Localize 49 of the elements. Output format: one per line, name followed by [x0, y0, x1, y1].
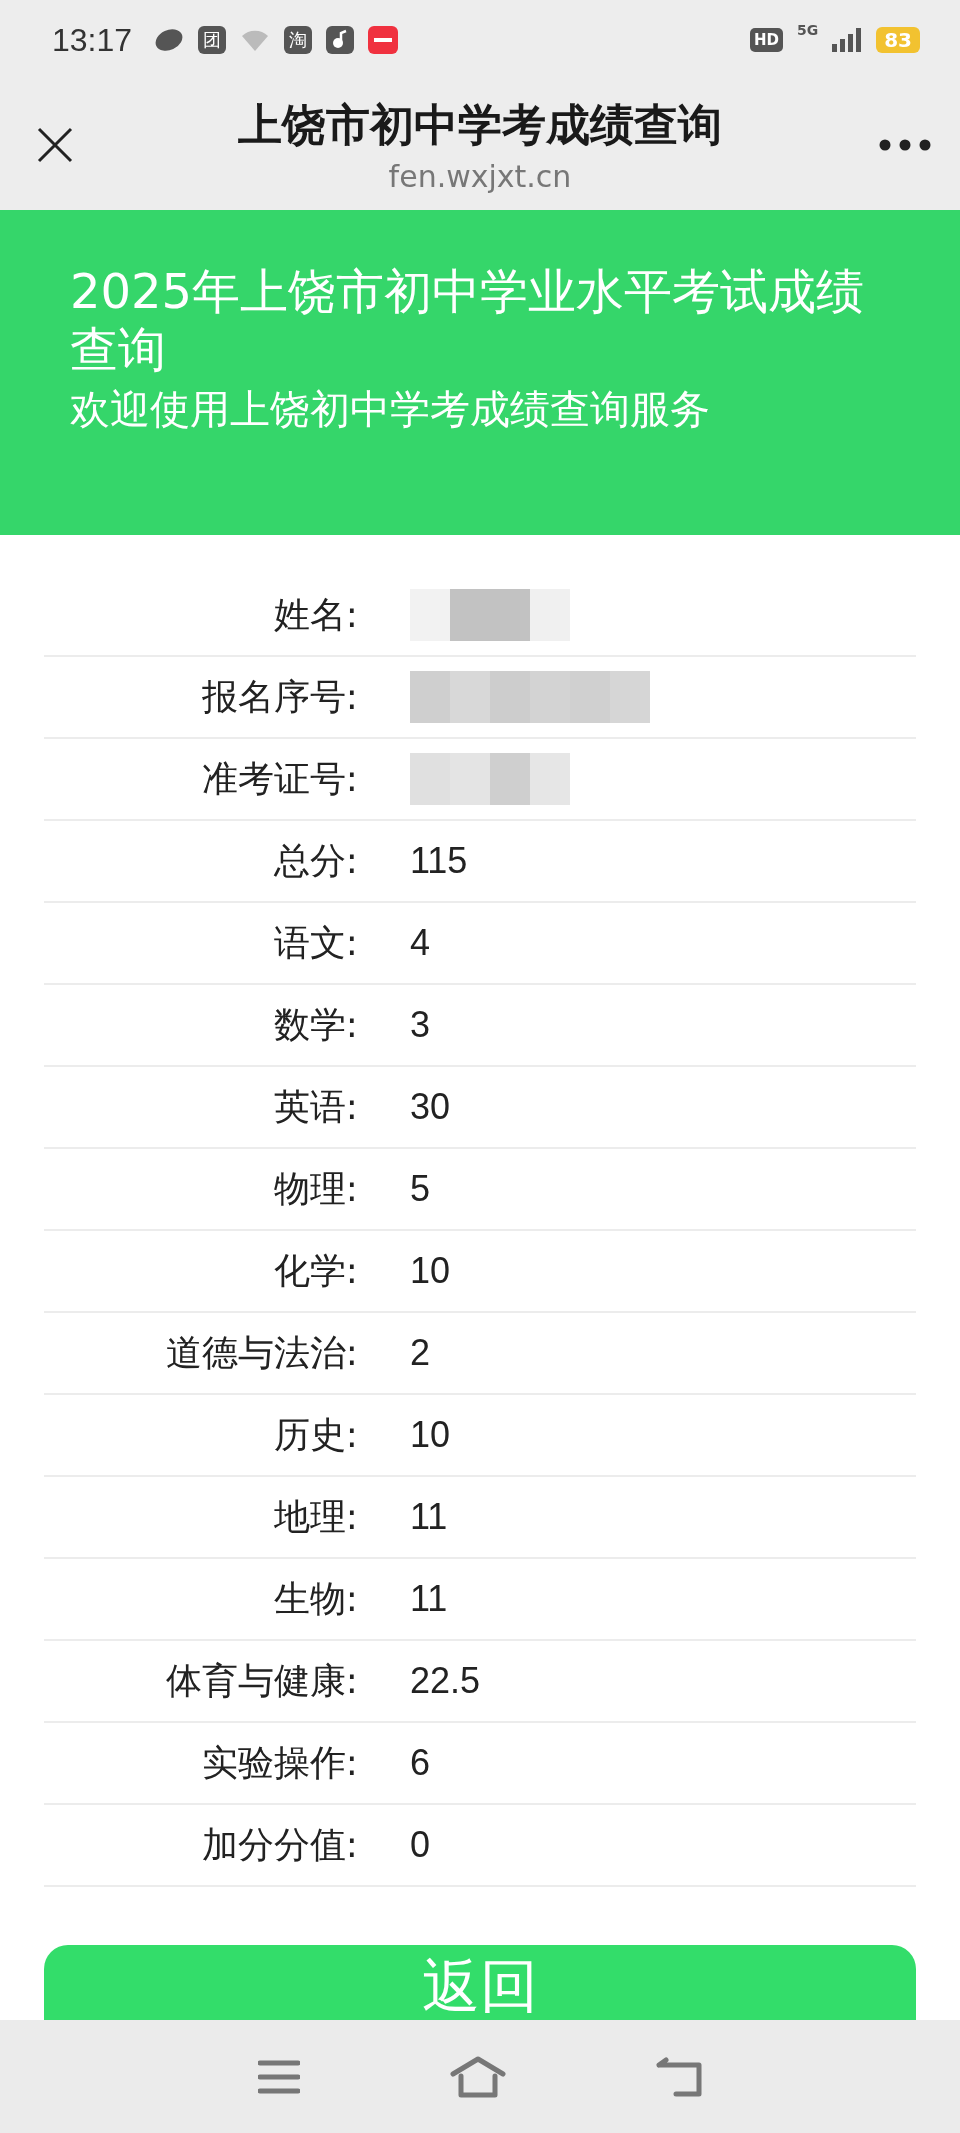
- music-note-icon: [326, 26, 355, 54]
- field-label: 数学:: [273, 1002, 358, 1047]
- field-label: 姓名:: [273, 592, 358, 637]
- back-button[interactable]: 返回: [44, 1945, 916, 2020]
- field-label: 化学:: [273, 1248, 358, 1293]
- field-value: 5: [410, 1168, 431, 1210]
- field-label: 历史:: [273, 1412, 358, 1457]
- signal-icon: [832, 28, 863, 52]
- app-icon: 团: [198, 26, 227, 54]
- field-label: 语文:: [273, 920, 358, 965]
- menu-icon[interactable]: [258, 2059, 300, 2094]
- back-icon[interactable]: [656, 2056, 702, 2097]
- home-icon[interactable]: [450, 2055, 506, 2098]
- field-label: 准考证号:: [201, 756, 358, 801]
- page-url: fen.wxjxt.cn: [388, 159, 572, 194]
- page-title: 上饶市初中学考成绩查询: [238, 98, 722, 152]
- field-label: 生物:: [273, 1576, 358, 1621]
- network-type: 5G: [796, 22, 819, 38]
- field-value: 10: [410, 1414, 451, 1456]
- field-label: 实验操作:: [201, 1740, 358, 1785]
- field-value: 30: [410, 1086, 451, 1128]
- field-label: 道德与法治:: [165, 1330, 358, 1375]
- field-value: 11: [410, 1578, 448, 1620]
- field-value: 10: [410, 1250, 451, 1292]
- field-value: 3: [410, 1004, 431, 1046]
- close-button[interactable]: [35, 125, 75, 165]
- field-value: 0: [410, 1824, 431, 1866]
- ball-icon: [154, 27, 185, 53]
- field-value: 11: [410, 1496, 448, 1538]
- field-value: 6: [410, 1742, 431, 1784]
- app-icon: 淘: [284, 26, 313, 54]
- field-label: 体育与健康:: [165, 1658, 358, 1703]
- field-label: 物理:: [273, 1166, 358, 1211]
- more-button[interactable]: [879, 139, 931, 151]
- hd-indicator: HD: [749, 28, 783, 52]
- field-value: 2: [410, 1332, 431, 1374]
- field-label: 地理:: [273, 1494, 358, 1539]
- field-value: 4: [410, 922, 431, 964]
- field-label: 报名序号:: [201, 674, 358, 719]
- header-subtitle: 欢迎使用上饶初中学考成绩查询服务: [70, 385, 711, 434]
- field-label: 英语:: [273, 1084, 358, 1129]
- field-label: 加分分值:: [201, 1822, 358, 1867]
- header-title: 2025年上饶市初中学业水平考试成绩查询: [70, 262, 866, 378]
- field-value: 115: [410, 840, 468, 882]
- field-value: 22.5: [410, 1660, 481, 1702]
- app-icon: [368, 26, 399, 54]
- battery-level: 83: [876, 27, 920, 53]
- status-time: 13:17: [52, 21, 133, 59]
- field-label: 总分:: [273, 838, 358, 883]
